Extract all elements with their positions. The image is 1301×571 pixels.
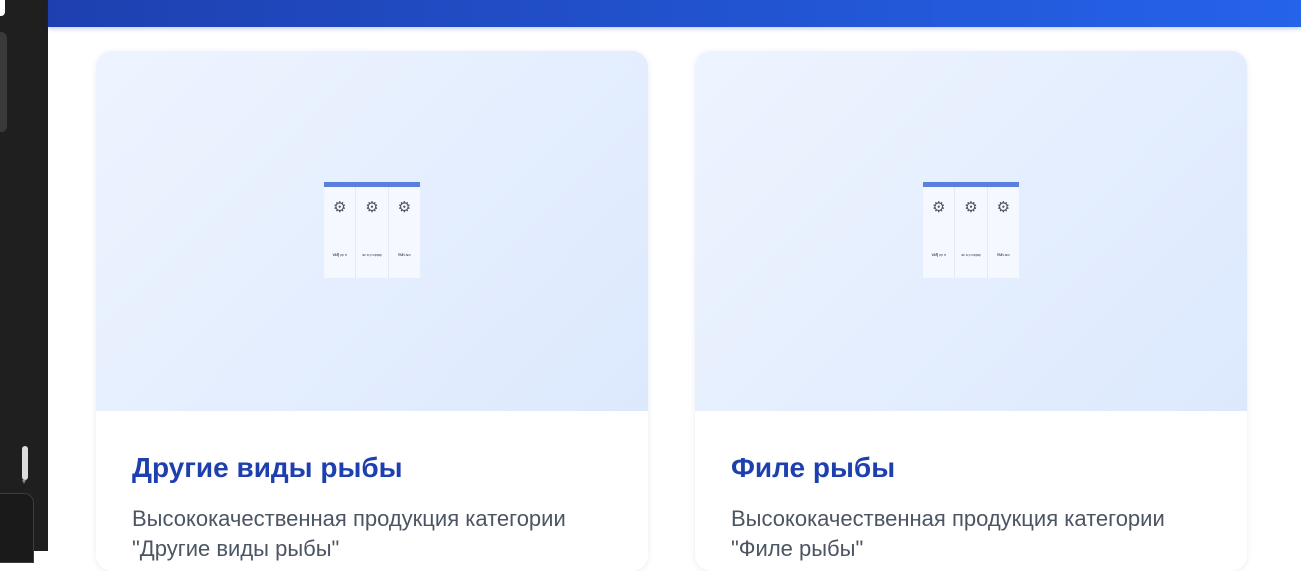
- card-image-area: ⚙ ᵂᴹ̂Ĭ ᵖᵖ ʳᵗ ⚙ ᵃᶜ ᵃ ᵖ ʳᵘᵖᵖᵉʸ ⚙ ᴿᴹᴺ ᵃᶜᵒ: [695, 51, 1247, 411]
- main-content: ⚙ ᵂᴹ̂Ĭ ᵖᵖ ʳᵗ ⚙ ᵃᶜ ᵃ ᵖ ʳᵘᵖᵖᵉʸ ⚙ ᴿᴹᴺ ᵃᶜᵒ Д…: [48, 0, 1301, 571]
- header-bar: [48, 0, 1301, 27]
- gear-icon: ⚙: [365, 199, 379, 216]
- card-body: Филе рыбы Высококачественная продукция к…: [695, 411, 1247, 571]
- rail-active-block[interactable]: [0, 32, 7, 132]
- card-title[interactable]: Другие виды рыбы: [132, 451, 403, 485]
- thumbnail-column: ⚙ ᵂᴹ̂Ĭ ᵖᵖ ʳᵗ: [923, 187, 956, 278]
- thumbnail-label: ᵂᴹ̂Ĭ ᵖᵖ ʳᵗ: [332, 253, 347, 259]
- card-title[interactable]: Филе рыбы: [731, 451, 895, 485]
- thumbnail-column: ⚙ ᵃᶜ ᵃ ᵖ ʳᵘᵖᵖᵉʸ: [356, 187, 389, 278]
- gear-icon: ⚙: [996, 199, 1011, 216]
- category-card[interactable]: ⚙ ᵂᴹ̂Ĭ ᵖᵖ ʳᵗ ⚙ ᵃᶜ ᵃ ᵖ ʳᵘᵖᵖᵉʸ ⚙ ᴿᴹᴺ ᵃᶜᵒ Д…: [96, 51, 648, 571]
- rail-indicator: [0, 0, 5, 16]
- gear-icon: ⚙: [931, 199, 946, 216]
- thumbnail-label: ᵃᶜ ᵃ ᵖ ʳᵘᵖᵖᵉʸ: [961, 253, 981, 259]
- thumbnail-column: ⚙ ᵃᶜ ᵃ ᵖ ʳᵘᵖᵖᵉʸ: [955, 187, 988, 278]
- card-description: Высококачественная продукция категории "…: [132, 506, 566, 561]
- thumbnail-column: ⚙ ᵂᴹ̂Ĭ ᵖᵖ ʳᵗ: [324, 187, 357, 278]
- rail-bottom-panel[interactable]: [0, 493, 34, 563]
- thumbnail-label: ᵂᴹ̂Ĭ ᵖᵖ ʳᵗ: [931, 253, 946, 259]
- chevron-down-icon: ▾: [22, 477, 27, 486]
- scrollbar-handle[interactable]: [22, 446, 28, 480]
- category-card[interactable]: ⚙ ᵂᴹ̂Ĭ ᵖᵖ ʳᵗ ⚙ ᵃᶜ ᵃ ᵖ ʳᵘᵖᵖᵉʸ ⚙ ᴿᴹᴺ ᵃᶜᵒ Ф…: [695, 51, 1247, 571]
- card-thumbnail: ⚙ ᵂᴹ̂Ĭ ᵖᵖ ʳᵗ ⚙ ᵃᶜ ᵃ ᵖ ʳᵘᵖᵖᵉʸ ⚙ ᴿᴹᴺ ᵃᶜᵒ: [923, 182, 1019, 278]
- card-description: Высококачественная продукция категории "…: [731, 506, 1165, 561]
- card-thumbnail: ⚙ ᵂᴹ̂Ĭ ᵖᵖ ʳᵗ ⚙ ᵃᶜ ᵃ ᵖ ʳᵘᵖᵖᵉʸ ⚙ ᴿᴹᴺ ᵃᶜᵒ: [324, 182, 420, 278]
- thumbnail-label: ᴿᴹᴺ ᵃᶜᵒ: [398, 253, 411, 259]
- thumbnail-column: ⚙ ᴿᴹᴺ ᵃᶜᵒ: [988, 187, 1019, 278]
- thumbnail-label: ᵃᶜ ᵃ ᵖ ʳᵘᵖᵖᵉʸ: [362, 253, 382, 259]
- gear-icon: ⚙: [397, 199, 412, 216]
- gear-icon: ⚙: [964, 199, 978, 216]
- thumbnail-label: ᴿᴹᴺ ᵃᶜᵒ: [997, 253, 1010, 259]
- gear-icon: ⚙: [332, 199, 347, 216]
- thumbnail-column: ⚙ ᴿᴹᴺ ᵃᶜᵒ: [389, 187, 420, 278]
- card-image-area: ⚙ ᵂᴹ̂Ĭ ᵖᵖ ʳᵗ ⚙ ᵃᶜ ᵃ ᵖ ʳᵘᵖᵖᵉʸ ⚙ ᴿᴹᴺ ᵃᶜᵒ: [96, 51, 648, 411]
- left-sidebar-rail: ▾: [0, 0, 48, 563]
- card-body: Другие виды рыбы Высококачественная прод…: [96, 411, 648, 571]
